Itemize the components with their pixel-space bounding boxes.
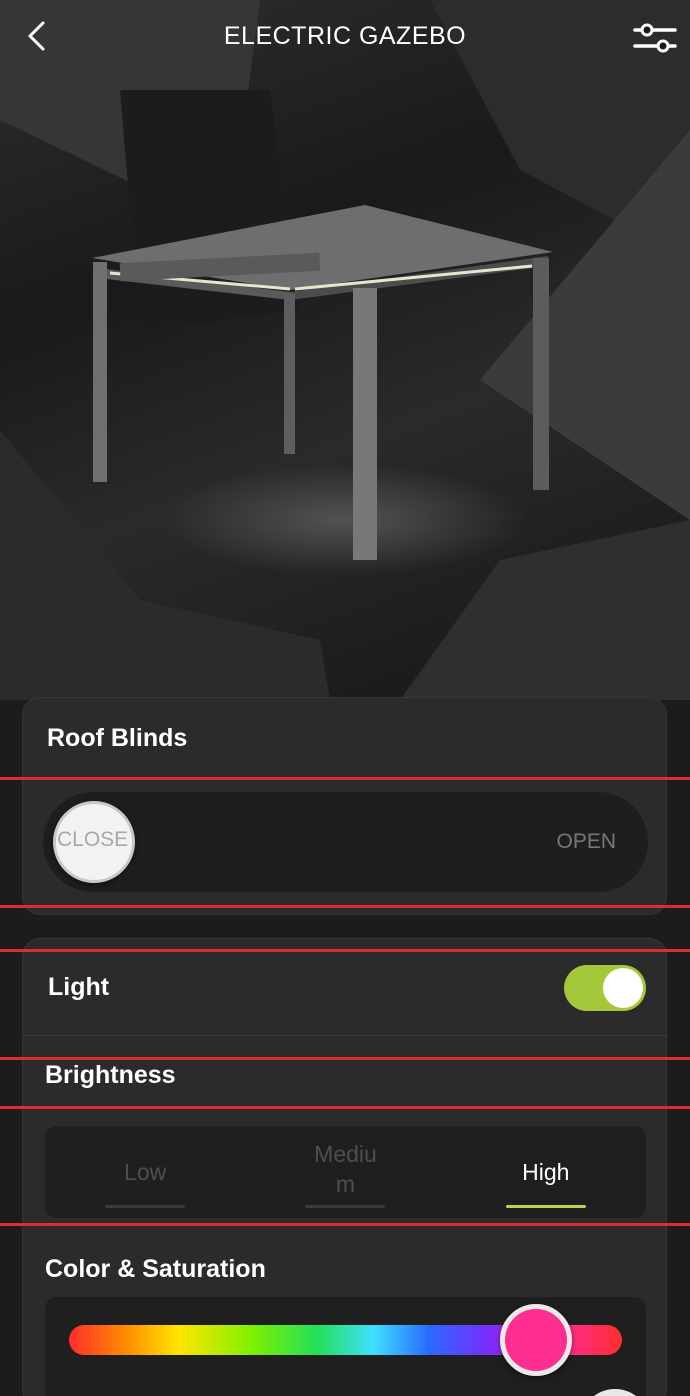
color-picker-panel	[45, 1297, 650, 1396]
brightness-option-underline	[105, 1205, 186, 1208]
roof-blinds-card: Roof Blinds CLOSE OPEN	[22, 697, 667, 915]
brightness-option-label: Mediu m	[314, 1141, 377, 1197]
slider-open-label: OPEN	[556, 830, 616, 853]
brightness-option-underline	[305, 1205, 386, 1208]
light-toggle[interactable]	[564, 965, 646, 1011]
guide-line	[0, 1223, 690, 1226]
guide-line	[0, 1057, 690, 1060]
light-divider	[23, 1035, 668, 1036]
guide-line	[0, 949, 690, 952]
color-saturation-title: Color & Saturation	[45, 1255, 266, 1283]
saturation-slider-knob[interactable]	[580, 1389, 650, 1396]
hue-slider-knob[interactable]	[500, 1304, 572, 1376]
gazebo-hero-image	[0, 0, 690, 700]
slider-close-label: CLOSE	[57, 828, 129, 851]
brightness-option-label: High	[522, 1159, 570, 1185]
brightness-title: Brightness	[45, 1061, 176, 1089]
top-bar: ELECTRIC GAZEBO	[0, 0, 690, 76]
roof-blinds-slider[interactable]: CLOSE OPEN	[43, 792, 648, 892]
brightness-option-high[interactable]: High	[446, 1126, 646, 1218]
light-title: Light	[48, 973, 110, 1001]
guide-line	[0, 1106, 690, 1109]
roof-blinds-title: Roof Blinds	[47, 724, 188, 752]
light-toggle-knob	[603, 968, 643, 1008]
brightness-option-underline	[505, 1205, 586, 1208]
brightness-selector: Low Mediu m High	[45, 1126, 646, 1218]
guide-line	[0, 777, 690, 780]
settings-button[interactable]	[630, 16, 680, 60]
page-title: ELECTRIC GAZEBO	[223, 22, 467, 50]
brightness-option-low[interactable]: Low	[45, 1126, 245, 1218]
brightness-option-label: Low	[124, 1159, 167, 1185]
light-card: Light Brightness Low Mediu m High Color …	[22, 938, 668, 1396]
sliders-icon	[633, 23, 677, 53]
hero-background	[0, 0, 690, 700]
guide-line	[0, 905, 690, 908]
brightness-option-medium[interactable]: Mediu m	[245, 1126, 445, 1218]
